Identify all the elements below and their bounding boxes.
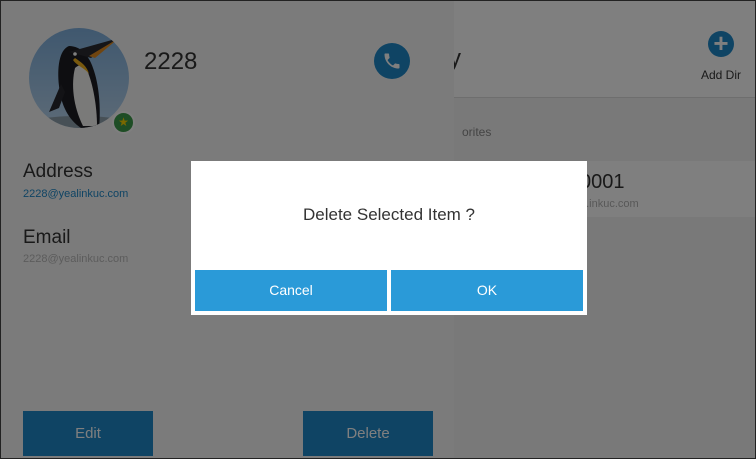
cancel-button[interactable]: Cancel [195, 270, 387, 311]
screen: ry + Add Dir orites 0001 ...inkuc.com [0, 0, 756, 459]
confirm-dialog: Delete Selected Item ? Cancel OK [191, 161, 587, 315]
dialog-message: Delete Selected Item ? [303, 205, 475, 224]
ok-button[interactable]: OK [391, 270, 583, 311]
